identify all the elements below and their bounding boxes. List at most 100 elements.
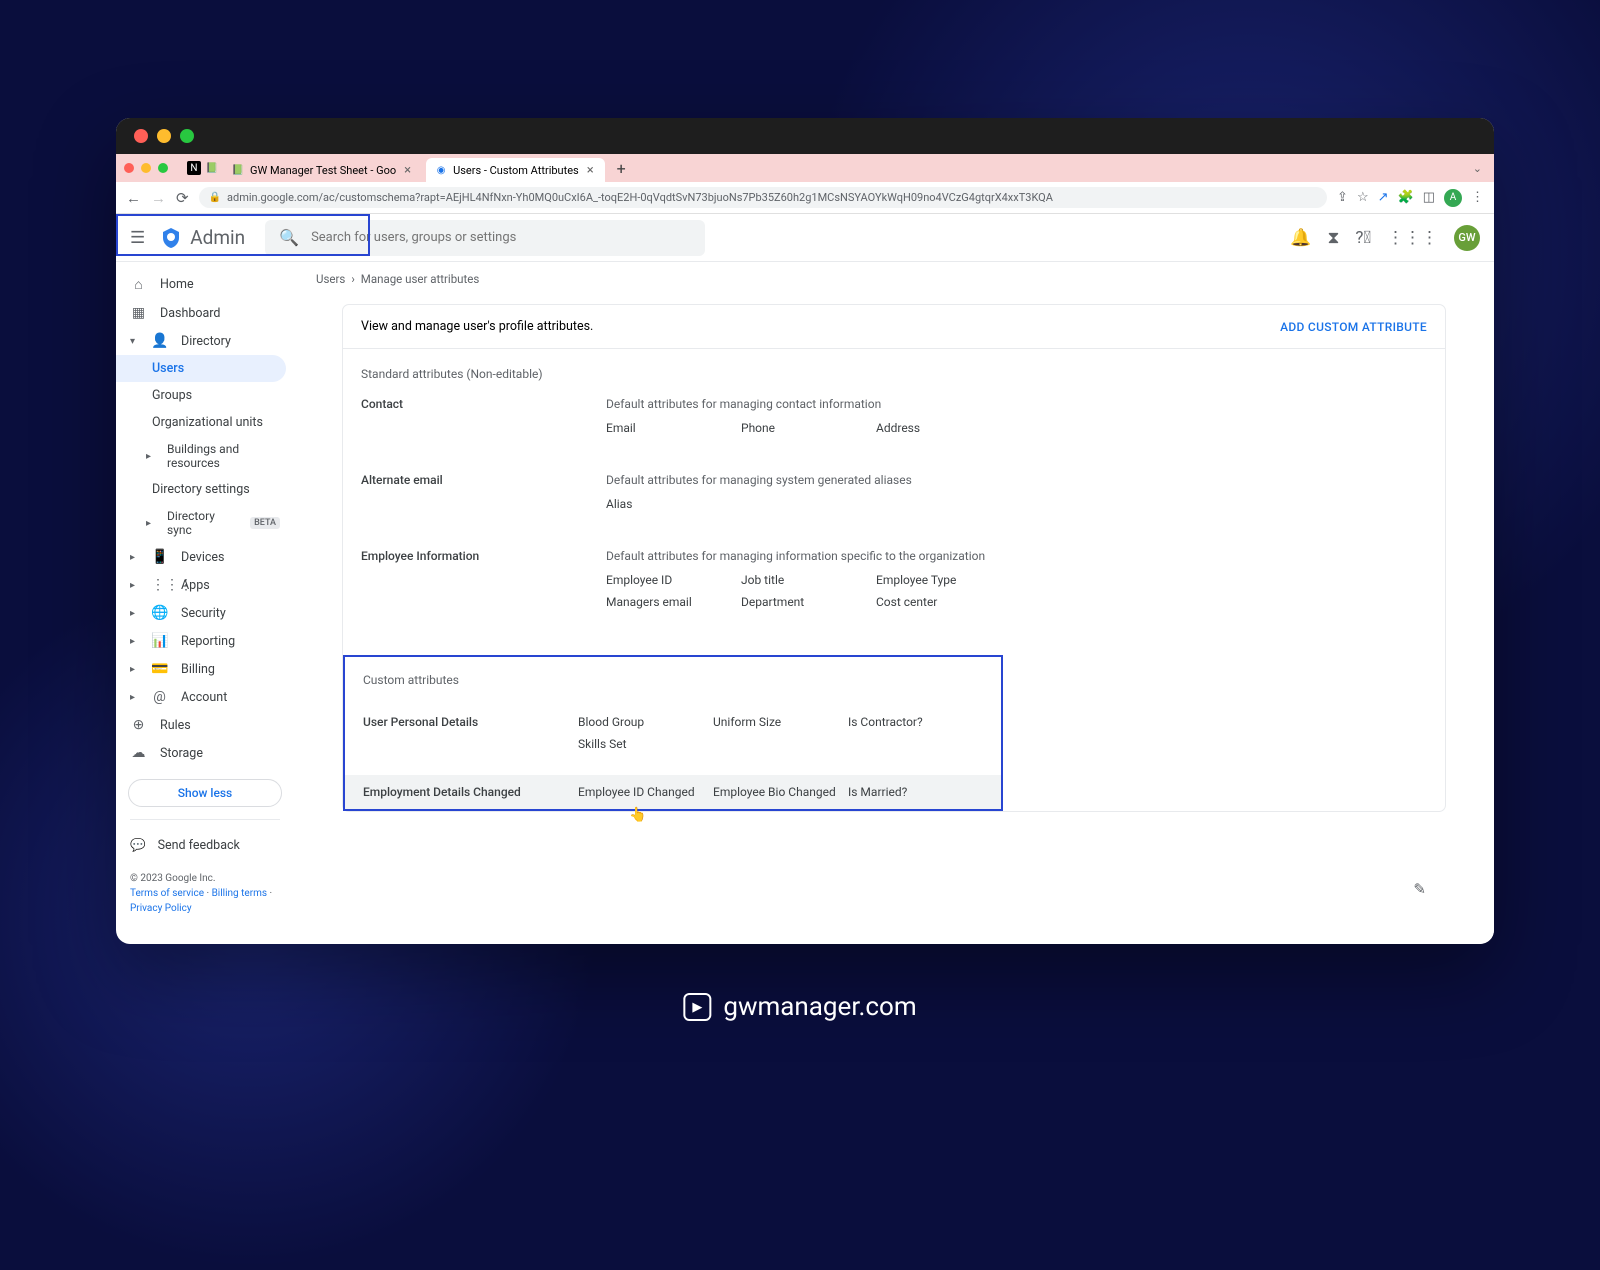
notifications-icon[interactable]: 🔔 — [1290, 228, 1311, 248]
tab-close-button[interactable]: × — [584, 163, 597, 178]
share-icon[interactable]: ⇪ — [1337, 190, 1348, 205]
admin-logo[interactable]: Admin — [159, 226, 245, 250]
sidebar: ⌂Home ▦ Dashboard ▾👤Directory Users Group… — [116, 262, 294, 944]
sidebar-item-reporting[interactable]: ▸📊Reporting — [116, 627, 294, 655]
chevron-right-icon: ▸ — [130, 608, 135, 619]
sidebar-item-home[interactable]: ⌂Home — [116, 270, 294, 299]
dashboard-icon: ▦ — [130, 305, 147, 321]
attr-field: Phone — [741, 421, 876, 435]
tab-close-button[interactable]: × — [401, 163, 414, 178]
attr-desc: Default attributes for managing informat… — [606, 549, 1427, 563]
sidebar-item-directory[interactable]: ▾👤Directory — [116, 327, 294, 355]
sidebar-item-billing[interactable]: ▸💳Billing — [116, 655, 294, 683]
terms-link[interactable]: Terms of service — [130, 888, 204, 899]
nav-reload-button[interactable]: ⟳ — [176, 189, 189, 207]
chrome-menu-button[interactable]: ⋮ — [1471, 190, 1484, 205]
sidebar-label: Groups — [152, 388, 192, 403]
sidebar-item-security[interactable]: ▸ 🌐 Security — [116, 599, 294, 627]
tab-label: Users - Custom Attributes — [453, 164, 579, 177]
attr-field: Cost center — [876, 595, 1011, 609]
window-maximize-button[interactable] — [180, 129, 194, 143]
new-tab-button[interactable]: + — [609, 159, 634, 178]
sidebar-item-org-units[interactable]: Organizational units — [116, 409, 294, 436]
main-menu-button[interactable]: ☰ — [130, 228, 145, 248]
billing-terms-link[interactable]: Billing terms — [212, 888, 267, 899]
sidebar-label: Reporting — [181, 634, 235, 649]
sidebar-label: Storage — [160, 746, 203, 761]
edit-icon[interactable]: ✎ — [1413, 880, 1432, 898]
feedback-icon: 💬 — [130, 838, 146, 853]
custom-attr-row-personal[interactable]: User Personal Details Blood Group Unifor… — [363, 705, 983, 761]
rules-icon: ⊕ — [130, 717, 147, 733]
nav-forward-button[interactable]: → — [151, 189, 166, 207]
breadcrumb-root[interactable]: Users — [316, 272, 345, 286]
watermark: ▶ gwmanager.com — [683, 992, 916, 1022]
extensions-icon[interactable]: 🧩 — [1398, 190, 1414, 205]
admin-logo-icon — [159, 226, 183, 250]
panel-icon[interactable]: ◫ — [1423, 190, 1435, 205]
account-avatar[interactable]: GW — [1454, 225, 1480, 251]
chevron-right-icon: ▸ — [146, 518, 151, 529]
apps-grid-icon[interactable]: ⋮⋮⋮ — [1387, 228, 1438, 248]
tabs-dropdown-icon[interactable]: ⌄ — [1473, 162, 1494, 175]
security-icon: 🌐 — [151, 605, 168, 621]
search-icon: 🔍 — [279, 228, 299, 247]
sidebar-label: Organizational units — [152, 415, 263, 430]
sidebar-item-users[interactable]: Users — [116, 355, 286, 382]
sidebar-label: Rules — [160, 718, 191, 733]
sidebar-item-rules[interactable]: ⊕ Rules — [116, 711, 294, 739]
nav-back-button[interactable]: ← — [126, 189, 141, 207]
extension-arrow-icon[interactable]: ↗ — [1378, 190, 1389, 205]
chrome-profile-button[interactable]: A — [1444, 189, 1462, 207]
sidebar-label: Buildings and resources — [167, 442, 280, 470]
inner-close-icon[interactable] — [124, 163, 134, 173]
sidebar-item-groups[interactable]: Groups — [116, 382, 294, 409]
window-close-button[interactable] — [134, 129, 148, 143]
bookmark-icon[interactable]: ☆ — [1357, 190, 1369, 205]
notion-icon[interactable]: N — [187, 161, 201, 175]
hourglass-icon[interactable]: ⧗ — [1327, 228, 1339, 248]
sidebar-item-storage[interactable]: ☁Storage — [116, 739, 294, 767]
browser-addressbar: ← → ⟳ 🔒 admin.google.com/ac/customschema… — [116, 182, 1494, 214]
sidebar-label: Dashboard — [160, 306, 220, 321]
attr-field: Managers email — [606, 595, 741, 609]
window-minimize-button[interactable] — [157, 129, 171, 143]
help-icon[interactable]: ?⃝ — [1355, 228, 1371, 248]
tab-sheets[interactable]: 📗 GW Manager Test Sheet - Goo × — [223, 158, 422, 182]
attr-field: Employee ID — [606, 573, 741, 587]
sidebar-item-dir-sync[interactable]: ▸Directory syncBETA — [116, 503, 294, 543]
sidebar-label: Apps — [181, 578, 210, 593]
chevron-right-icon: ▸ — [130, 580, 135, 591]
main-content: Users›Manage user attributes View and ma… — [294, 262, 1494, 944]
attr-desc: Default attributes for managing contact … — [606, 397, 1427, 411]
show-less-button[interactable]: Show less — [128, 779, 282, 807]
breadcrumb-current: Manage user attributes — [361, 272, 480, 286]
sidebar-item-account[interactable]: ▸@Account — [116, 683, 294, 711]
sidebar-item-devices[interactable]: ▸📱Devices — [116, 543, 294, 571]
attr-row-contact: Contact Default attributes for managing … — [361, 397, 1427, 435]
sheets-icon[interactable]: 📗 — [205, 161, 219, 175]
search-bar[interactable]: 🔍 — [265, 220, 705, 256]
privacy-link[interactable]: Privacy Policy — [130, 903, 192, 914]
custom-attr-row-employment[interactable]: Employment Details Changed Employee ID C… — [345, 775, 1001, 809]
send-feedback-button[interactable]: 💬Send feedback — [116, 830, 294, 861]
copyright-text: © 2023 Google Inc. — [130, 871, 280, 886]
inner-min-icon[interactable] — [141, 163, 151, 173]
sidebar-item-dashboard[interactable]: ▦ Dashboard — [116, 299, 294, 327]
attr-field: Alias — [606, 497, 741, 511]
apps-icon: ⋮⋮⋮ — [151, 577, 168, 593]
brand-text: Admin — [190, 226, 245, 249]
url-bar[interactable]: 🔒 admin.google.com/ac/customschema?rapt=… — [199, 187, 1327, 208]
add-custom-attribute-button[interactable]: ADD CUSTOM ATTRIBUTE — [1280, 320, 1427, 334]
sidebar-item-buildings[interactable]: ▸Buildings and resources — [116, 436, 294, 476]
sidebar-label: Security — [181, 606, 226, 621]
tab-users-attributes[interactable]: ◉ Users - Custom Attributes × — [426, 158, 605, 182]
account-icon: @ — [151, 689, 168, 705]
search-input[interactable] — [311, 230, 691, 245]
sidebar-item-dir-settings[interactable]: Directory settings — [116, 476, 294, 503]
attr-label: Contact — [361, 397, 606, 435]
home-icon: ⌂ — [130, 276, 147, 293]
inner-max-icon[interactable] — [158, 163, 168, 173]
sidebar-item-apps[interactable]: ▸ ⋮⋮⋮ Apps — [116, 571, 294, 599]
sheets-favicon-icon: 📗 — [231, 163, 245, 177]
